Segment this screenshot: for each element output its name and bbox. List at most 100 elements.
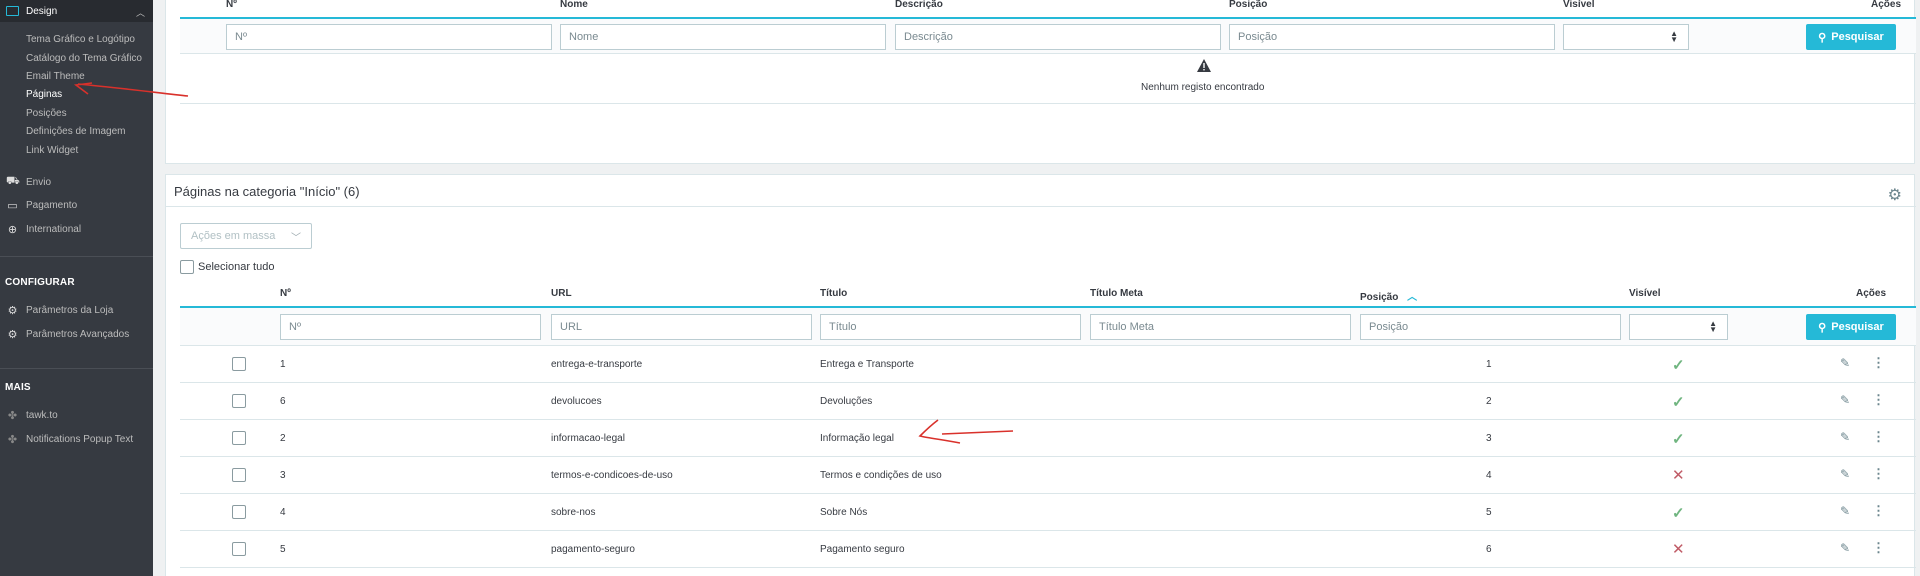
- table-row[interactable]: 2 informacao-legal Informação legal 3 ✓ …: [180, 420, 1916, 457]
- sidebar-item-tawk[interactable]: ✤ tawk.to: [6, 409, 58, 422]
- more-actions-icon[interactable]: ⋮: [1872, 429, 1885, 445]
- sidebar-item-label: tawk.to: [26, 410, 58, 421]
- edit-pencil-icon[interactable]: ✎: [1840, 393, 1850, 407]
- puzzle-icon: ✤: [7, 434, 18, 446]
- sidebar-item-parametros-avancados[interactable]: ⚙ Parâmetros Avançados: [6, 328, 130, 341]
- filter-visible-select[interactable]: ▲ ▼: [1563, 24, 1689, 50]
- cell-position[interactable]: 4: [1486, 470, 1492, 481]
- cell-title: Entrega e Transporte: [820, 359, 914, 370]
- column-header-name[interactable]: Nome: [560, 0, 588, 10]
- filter-id-input[interactable]: [280, 314, 541, 340]
- check-icon[interactable]: ✓: [1672, 430, 1685, 448]
- table-row[interactable]: 6 devolucoes Devoluções 2 ✓ ✎ ⋮: [180, 383, 1916, 420]
- cell-position[interactable]: 6: [1486, 544, 1492, 555]
- bulk-actions-dropdown[interactable]: Ações em massa ﹀: [180, 223, 312, 249]
- more-actions-icon[interactable]: ⋮: [1872, 503, 1885, 519]
- sidebar-item-label: International: [26, 224, 82, 235]
- gear-icon[interactable]: ⚙: [1888, 185, 1902, 205]
- cell-id: 3: [280, 470, 286, 481]
- edit-pencil-icon[interactable]: ✎: [1840, 467, 1850, 481]
- panel-title: Páginas na categoria "Início" (6): [174, 184, 360, 199]
- column-header-description[interactable]: Descrição: [895, 0, 943, 10]
- filter-url-input[interactable]: [551, 314, 812, 340]
- table-bottom-rule: [180, 103, 1916, 104]
- select-all-checkbox[interactable]: [180, 260, 194, 274]
- credit-card-icon: ▭: [7, 200, 18, 212]
- categories-panel: Nº Nome Descrição Posição Visível Ações …: [165, 0, 1916, 164]
- table-row[interactable]: 1 entrega-e-transporte Entrega e Transpo…: [180, 346, 1916, 383]
- cross-icon[interactable]: ✕: [1672, 466, 1685, 484]
- search-button-label: Pesquisar: [1831, 31, 1884, 43]
- cell-position[interactable]: 3: [1486, 433, 1492, 444]
- filter-description-input[interactable]: [895, 24, 1221, 50]
- filter-meta-title-input[interactable]: [1090, 314, 1351, 340]
- edit-pencil-icon[interactable]: ✎: [1840, 504, 1850, 518]
- sidebar-section-mais: MAIS: [5, 382, 31, 393]
- edit-pencil-icon[interactable]: ✎: [1840, 356, 1850, 370]
- cell-url: entrega-e-transporte: [551, 359, 643, 370]
- select-all[interactable]: Selecionar tudo: [180, 260, 274, 274]
- cross-icon[interactable]: ✕: [1672, 540, 1685, 558]
- row-checkbox[interactable]: [232, 468, 246, 482]
- cell-position[interactable]: 5: [1486, 507, 1492, 518]
- row-checkbox[interactable]: [232, 431, 246, 445]
- row-checkbox[interactable]: [232, 505, 246, 519]
- more-actions-icon[interactable]: ⋮: [1872, 392, 1885, 408]
- sidebar-item-notifications-popup[interactable]: ✤ Notifications Popup Text: [6, 433, 133, 446]
- check-icon[interactable]: ✓: [1672, 504, 1685, 522]
- search-button[interactable]: ⚲ Pesquisar: [1806, 24, 1896, 50]
- empty-message: Nenhum registo encontrado: [1141, 82, 1265, 93]
- filter-divider: [180, 53, 1916, 54]
- sidebar-subitem-catalogo-tema[interactable]: Catálogo do Tema Gráfico: [26, 53, 142, 64]
- more-actions-icon[interactable]: ⋮: [1872, 466, 1885, 482]
- sidebar-item-international[interactable]: ⊕ International: [6, 223, 81, 236]
- sidebar-subitem-definicoes-imagem[interactable]: Definições de Imagem: [26, 126, 126, 137]
- sidebar-subitem-posicoes[interactable]: Posições: [26, 108, 67, 119]
- cell-position[interactable]: 1: [1486, 359, 1492, 370]
- sidebar-item-pagamento[interactable]: ▭ Pagamento: [6, 199, 77, 212]
- select-arrows-icon: ▲ ▼: [1670, 29, 1678, 44]
- more-actions-icon[interactable]: ⋮: [1872, 355, 1885, 371]
- table-row[interactable]: 5 pagamento-seguro Pagamento seguro 6 ✕ …: [180, 531, 1916, 568]
- column-header-visible[interactable]: Visível: [1629, 288, 1661, 299]
- column-header-visible[interactable]: Visível: [1563, 0, 1595, 10]
- column-header-meta-title[interactable]: Título Meta: [1090, 288, 1143, 299]
- column-header-position[interactable]: Posição ︿: [1360, 288, 1417, 303]
- row-checkbox[interactable]: [232, 394, 246, 408]
- filter-title-input[interactable]: [820, 314, 1081, 340]
- filter-id-input[interactable]: [226, 24, 552, 50]
- column-header-id[interactable]: Nº: [226, 0, 237, 10]
- filter-position-input[interactable]: [1360, 314, 1621, 340]
- filter-visible-select[interactable]: ▲ ▼: [1629, 314, 1728, 340]
- column-header-title[interactable]: Título: [820, 288, 847, 299]
- more-actions-icon[interactable]: ⋮: [1872, 540, 1885, 556]
- cell-position[interactable]: 2: [1486, 396, 1492, 407]
- sidebar-subitem-tema-grafico[interactable]: Tema Gráfico e Logótipo: [26, 34, 135, 45]
- check-icon[interactable]: ✓: [1672, 393, 1685, 411]
- gear-icon: ⚙: [7, 305, 18, 317]
- sidebar-item-design[interactable]: Design ︿: [0, 0, 153, 22]
- column-header-position[interactable]: Posição: [1229, 0, 1267, 10]
- sidebar-item-parametros-loja[interactable]: ⚙ Parâmetros da Loja: [6, 304, 114, 317]
- chevron-up-icon: ︿: [135, 8, 145, 18]
- cell-title: Termos e condições de uso: [820, 470, 942, 481]
- filter-name-input[interactable]: [560, 24, 886, 50]
- filter-position-input[interactable]: [1229, 24, 1555, 50]
- chevron-down-icon: ﹀: [291, 233, 301, 244]
- sidebar-subitem-email-theme[interactable]: Email Theme: [26, 71, 85, 82]
- sort-asc-icon[interactable]: ︿: [1407, 292, 1417, 303]
- sidebar-subitem-paginas[interactable]: Páginas: [26, 89, 62, 100]
- sidebar-subitem-link-widget[interactable]: Link Widget: [26, 145, 78, 156]
- table-row[interactable]: 4 sobre-nos Sobre Nós 5 ✓ ✎ ⋮: [180, 494, 1916, 531]
- search-button[interactable]: ⚲ Pesquisar: [1806, 314, 1896, 340]
- row-checkbox[interactable]: [232, 542, 246, 556]
- row-checkbox[interactable]: [232, 357, 246, 371]
- check-icon[interactable]: ✓: [1672, 356, 1685, 374]
- edit-pencil-icon[interactable]: ✎: [1840, 541, 1850, 555]
- column-header-actions: Ações: [1856, 288, 1887, 299]
- table-row[interactable]: 3 termos-e-condicoes-de-uso Termos e con…: [180, 457, 1916, 494]
- column-header-id[interactable]: Nº: [280, 288, 291, 299]
- sidebar-item-envio[interactable]: ⛟ Envio: [6, 175, 51, 189]
- edit-pencil-icon[interactable]: ✎: [1840, 430, 1850, 444]
- column-header-url[interactable]: URL: [551, 288, 572, 299]
